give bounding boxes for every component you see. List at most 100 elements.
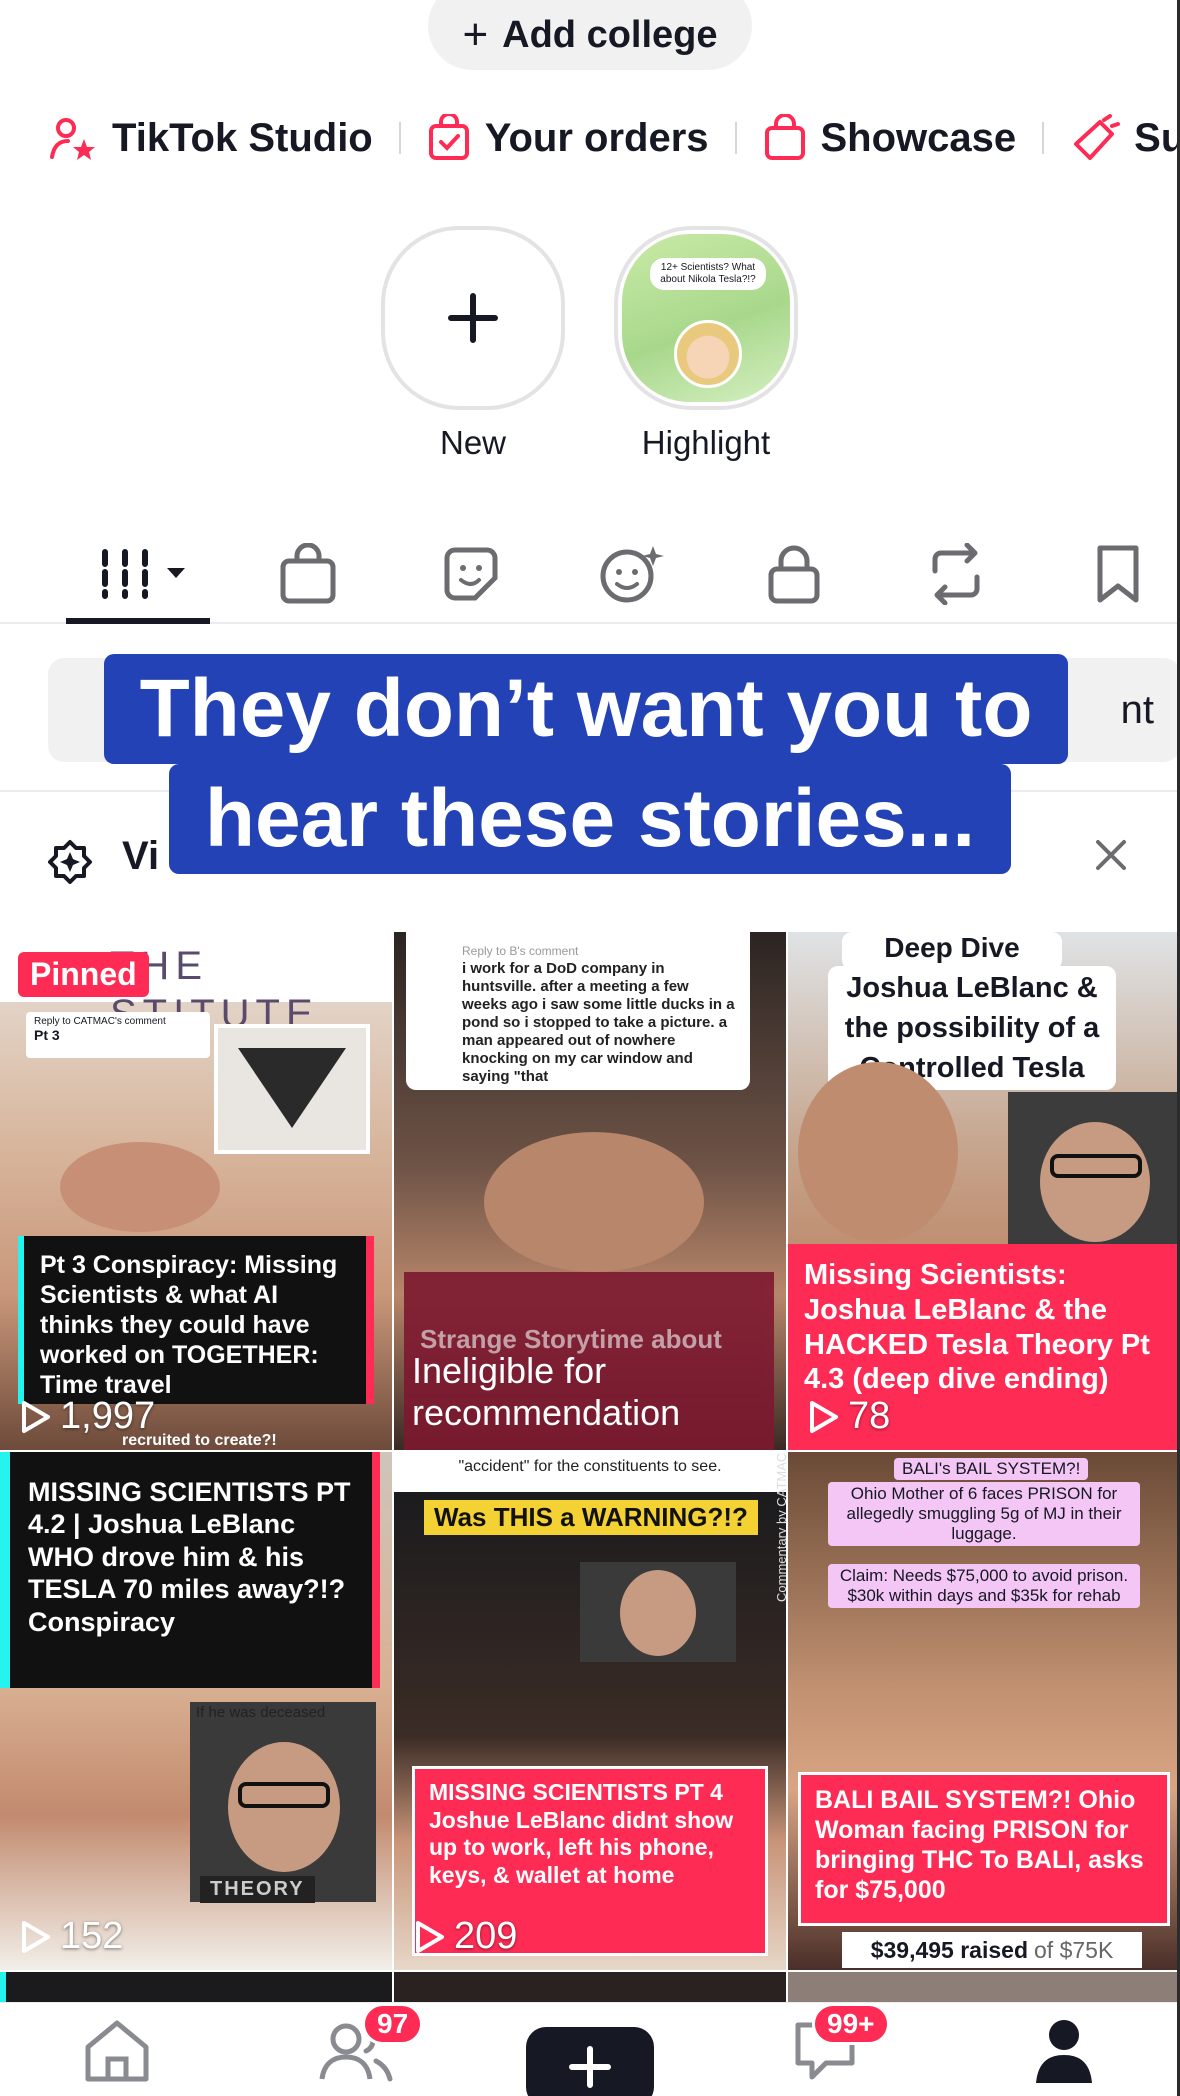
deep-dive-header: Deep Dive xyxy=(842,932,1062,970)
face-image xyxy=(60,1142,220,1232)
reply-bubble: Reply to CATMAC's comment Pt 3 xyxy=(26,1012,210,1058)
bookmark-icon xyxy=(1097,545,1139,603)
raised-goal: of $75K xyxy=(1034,1936,1114,1963)
active-tab-indicator xyxy=(66,618,210,624)
bottom-nav: 97 99+ xyxy=(0,2002,1180,2096)
new-highlight[interactable]: New xyxy=(379,226,567,462)
shortcut-divider xyxy=(398,122,401,154)
highlight-bubble-text: 12+ Scientists? What about Nikola Tesla?… xyxy=(650,258,766,290)
caption-line-1: They don’t want you to xyxy=(103,654,1069,764)
profile-tabs xyxy=(0,520,1180,624)
tab-stickers[interactable] xyxy=(431,534,511,614)
friends-badge: 97 xyxy=(362,2003,424,2045)
play-icon xyxy=(810,1400,838,1433)
story-text: Reply to B's comment i work for a DoD co… xyxy=(406,932,750,1090)
inset-image xyxy=(214,1024,370,1154)
video-tile[interactable] xyxy=(0,1972,392,2002)
showcase-label: Showcase xyxy=(820,115,1017,160)
thumb-text-2: Ohio Mother of 6 faces PRISON for allege… xyxy=(828,1482,1140,1546)
video-tile[interactable]: THE STITUTE Pinned Reply to CATMAC's com… xyxy=(0,932,392,1450)
thumb-top-text: "accident" for the constituents to see. xyxy=(458,1458,722,1475)
video-card-text: Pt 3 Conspiracy: Missing Scientists & wh… xyxy=(18,1236,374,1404)
order-bag-icon xyxy=(428,114,469,160)
thumb-text-3: Claim: Needs $75,000 to avoid prison. $3… xyxy=(828,1564,1140,1608)
highlight-label: Highlight xyxy=(641,424,771,461)
promote-link[interactable]: Su xyxy=(1070,114,1180,162)
caption-line: If he was deceased xyxy=(196,1704,326,1721)
play-icon xyxy=(22,1920,50,1953)
raised-amount: $39,495 raised xyxy=(870,1936,1028,1963)
shortcut-divider xyxy=(734,122,737,154)
promote-label: Su xyxy=(1134,115,1180,160)
plus-icon xyxy=(448,293,498,343)
nav-friends[interactable]: 97 xyxy=(318,2003,424,2088)
tiktok-studio-label: TikTok Studio xyxy=(112,115,373,160)
tab-private[interactable] xyxy=(754,534,834,614)
tab-videos[interactable] xyxy=(88,534,198,614)
reply-label: Reply to B's comment xyxy=(462,944,579,958)
tab-favorites[interactable] xyxy=(1078,534,1158,614)
reply-label: Reply to CATMAC's comment xyxy=(34,1016,166,1027)
plus-icon xyxy=(569,2046,611,2088)
warning-label: Was THIS a WARNING?!? xyxy=(424,1500,758,1535)
new-highlight-label: New xyxy=(439,424,507,461)
new-highlight-circle[interactable] xyxy=(381,226,565,410)
highlight-story[interactable]: 12+ Scientists? What about Nikola Tesla?… xyxy=(612,226,800,462)
video-tile[interactable]: BALI's BAIL SYSTEM?! Ohio Mother of 6 fa… xyxy=(788,1452,1180,1970)
tiktok-studio-link[interactable]: TikTok Studio xyxy=(48,115,373,161)
video-grid: THE STITUTE Pinned Reply to CATMAC's com… xyxy=(0,932,1180,2002)
tab-shop[interactable] xyxy=(268,534,348,614)
video-card-text: BALI BAIL SYSTEM?! Ohio Woman facing PRI… xyxy=(798,1772,1170,1926)
add-college-button[interactable]: + Add college xyxy=(428,0,752,70)
inset-image xyxy=(1008,1092,1178,1252)
video-tile[interactable] xyxy=(788,1972,1180,2002)
caption-line-2: hear these stories... xyxy=(168,764,1012,874)
sticker-icon xyxy=(444,547,498,601)
caption-overlay: They don’t want you to hear these storie… xyxy=(0,654,1180,874)
ineligible-status: Ineligible for recommendation xyxy=(412,1350,681,1433)
side-caption: Commentary by CATMAC xyxy=(774,1452,786,1602)
profile-icon xyxy=(1036,2020,1092,2083)
face-image xyxy=(484,1132,704,1272)
tab-ai-self[interactable] xyxy=(592,534,672,614)
your-orders-link[interactable]: Your orders xyxy=(427,114,709,162)
home-icon xyxy=(85,2020,149,2082)
nav-profile[interactable] xyxy=(1034,2017,1094,2088)
video-tile[interactable]: Deep Dive Joshua LeBlanc & the possibili… xyxy=(788,932,1180,1450)
profile-shortcuts: TikTok Studio Your orders Showcase Su xyxy=(48,108,1180,168)
shopping-bag-icon xyxy=(764,114,805,160)
play-icon xyxy=(416,1920,444,1953)
megaphone-icon xyxy=(1074,114,1121,160)
view-count: 1,997 xyxy=(18,1395,155,1438)
view-count-label: 1,997 xyxy=(60,1395,156,1437)
video-card-text: MISSING SCIENTISTS PT 4.2 | Joshua LeBla… xyxy=(0,1452,380,1688)
video-tile[interactable]: MISSING SCIENTISTS PT 4.2 | Joshua LeBla… xyxy=(0,1452,392,1970)
nav-home[interactable] xyxy=(82,2017,152,2088)
pinned-badge: Pinned xyxy=(18,952,149,997)
create-post-button[interactable] xyxy=(518,2027,662,2096)
nav-inbox[interactable]: 99+ xyxy=(792,2003,890,2088)
video-tile[interactable]: "accident" for the constituents to see. … xyxy=(394,1452,786,1970)
plus-icon: + xyxy=(462,10,489,59)
tab-reposts[interactable] xyxy=(916,534,996,614)
view-count: 78 xyxy=(806,1395,890,1438)
view-count: 152 xyxy=(18,1915,123,1958)
add-college-label: Add college xyxy=(502,13,718,56)
grid-icon xyxy=(102,549,185,599)
shortcut-divider xyxy=(1042,122,1045,154)
thumb-text-1: BALI's BAIL SYSTEM?! xyxy=(894,1458,1089,1480)
video-tile[interactable] xyxy=(394,1972,786,2002)
lock-icon xyxy=(768,545,820,604)
fundraiser-progress: $39,495 raised of $75K xyxy=(842,1932,1142,1968)
highlight-circle[interactable]: 12+ Scientists? What about Nikola Tesla?… xyxy=(614,226,798,410)
video-tile[interactable]: Reply to B's comment i work for a DoD co… xyxy=(394,932,786,1450)
your-orders-label: Your orders xyxy=(484,115,709,160)
avatar xyxy=(674,320,742,388)
inset-image xyxy=(580,1562,736,1662)
face-image xyxy=(798,1062,958,1242)
ai-face-icon xyxy=(600,546,664,603)
showcase-link[interactable]: Showcase xyxy=(763,114,1017,162)
theory-tag: THEORY xyxy=(200,1876,315,1903)
person-star-icon xyxy=(50,118,95,160)
story-body: i work for a DoD company in huntsville. … xyxy=(462,960,735,1085)
